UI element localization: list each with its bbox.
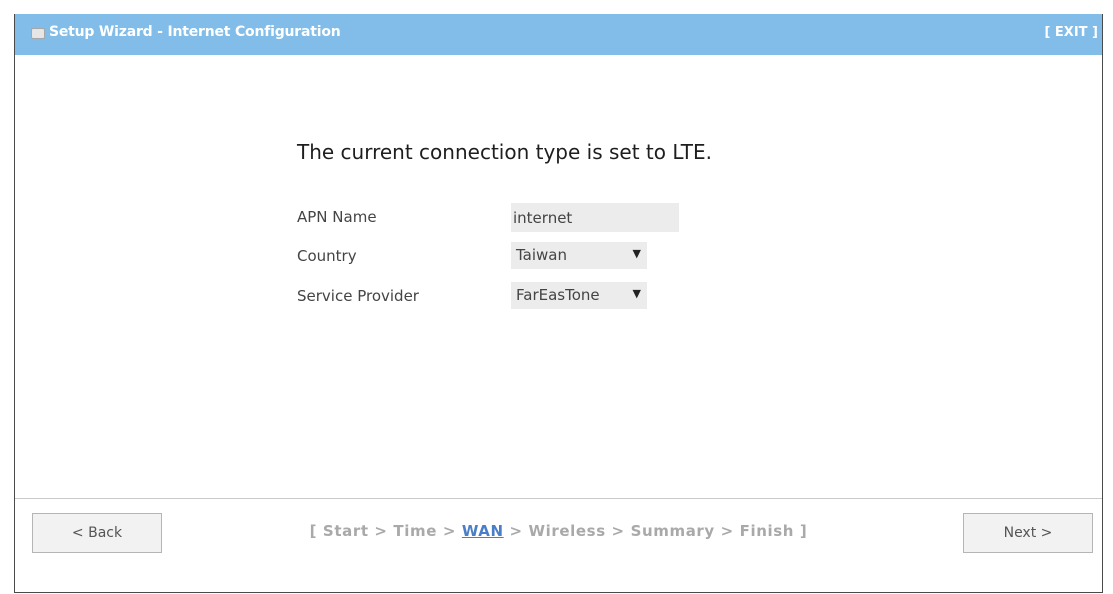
progress-separator: > (437, 522, 462, 540)
connection-heading: The current connection type is set to LT… (297, 140, 712, 164)
exit-link[interactable]: [ EXIT ] (1044, 25, 1098, 40)
progress-step-time: Time (393, 522, 437, 540)
service-provider-select[interactable]: FarEasTone ▼ (511, 282, 647, 309)
progress-separator: > (368, 522, 394, 540)
next-button[interactable]: Next > (963, 513, 1093, 553)
service-provider-select-value: FarEasTone (516, 286, 600, 304)
window-title: Setup Wizard - Internet Configuration (49, 24, 341, 40)
progress-step-summary: Summary (630, 522, 715, 540)
progress-step-wan: WAN (461, 522, 504, 540)
progress-close-bracket: ] (794, 522, 808, 540)
progress-separator: > (714, 522, 740, 540)
chevron-down-icon: ▼ (632, 287, 641, 300)
country-select-value: Taiwan (516, 246, 568, 264)
apn-name-label: APN Name (297, 208, 377, 226)
wizard-window: Setup Wizard - Internet Configuration [ … (14, 14, 1103, 593)
wizard-progress: [ Start > Time > WAN > Wireless > Summar… (15, 522, 1102, 540)
title-bar: Setup Wizard - Internet Configuration [ … (15, 14, 1102, 55)
progress-separator: > (503, 522, 529, 540)
progress-step-start: Start (322, 522, 369, 540)
apn-name-input[interactable] (511, 203, 679, 232)
progress-step-wireless: Wireless (528, 522, 606, 540)
progress-step-finish: Finish (739, 522, 795, 540)
chevron-down-icon: ▼ (632, 247, 641, 260)
progress-open-bracket: [ (309, 522, 323, 540)
country-label: Country (297, 247, 357, 265)
service-provider-label: Service Provider (297, 287, 419, 305)
country-select[interactable]: Taiwan ▼ (511, 242, 647, 269)
progress-separator: > (605, 522, 631, 540)
window-icon (31, 28, 45, 39)
footer-divider (15, 498, 1102, 499)
